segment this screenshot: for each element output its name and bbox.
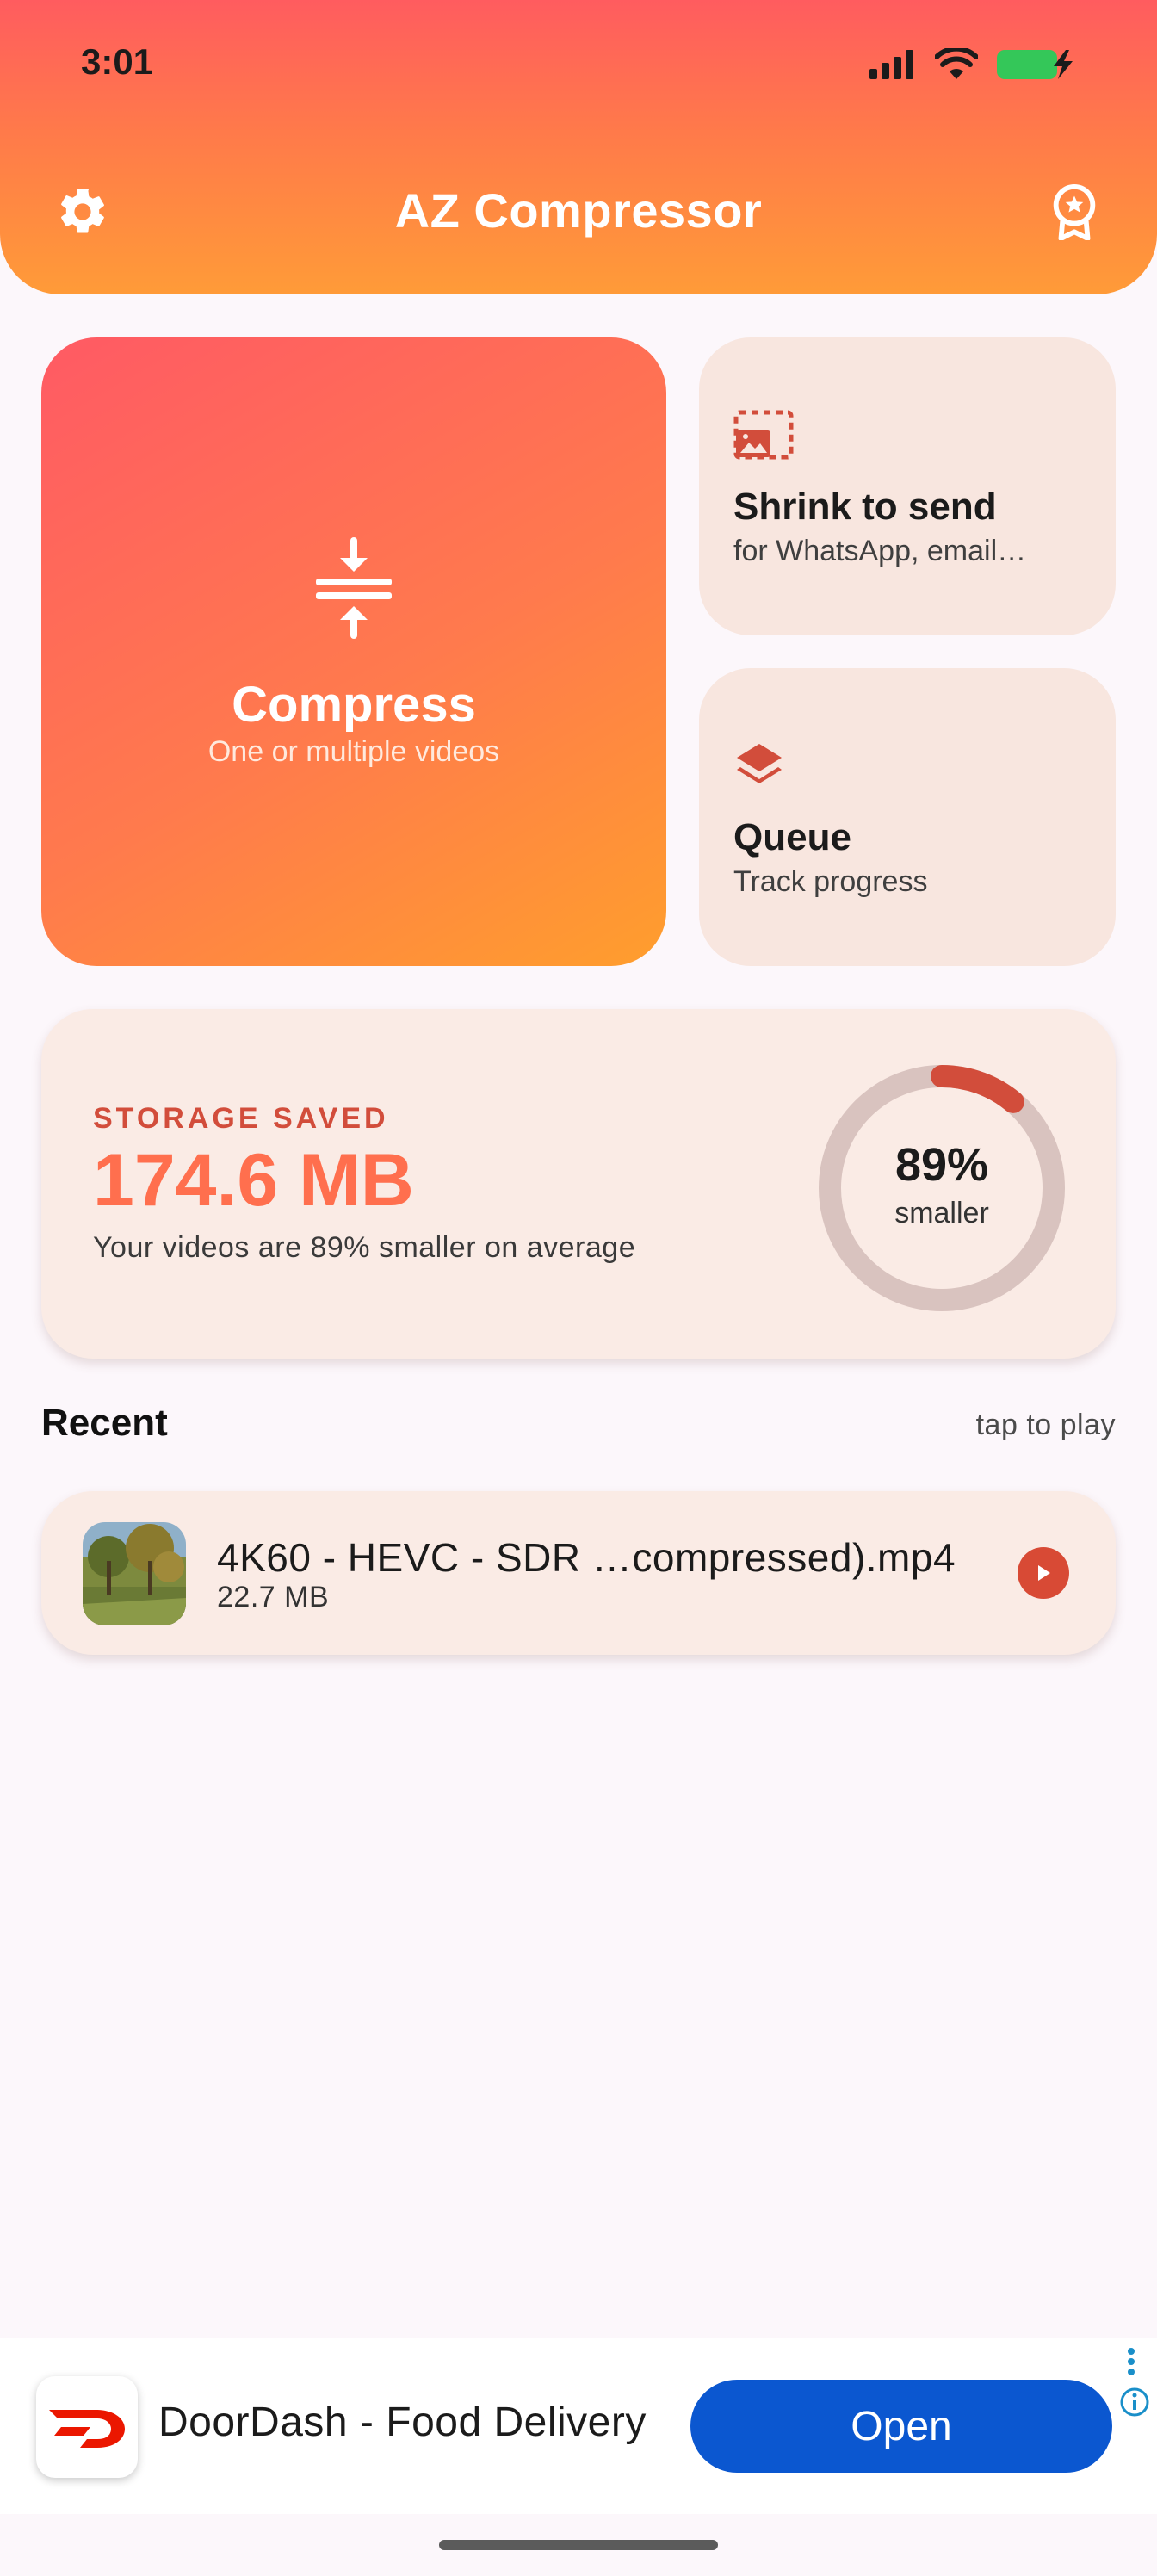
wifi-icon bbox=[935, 48, 978, 79]
play-button[interactable] bbox=[1018, 1547, 1069, 1599]
ad-open-button[interactable]: Open bbox=[690, 2380, 1112, 2473]
queue-title: Queue bbox=[733, 816, 851, 858]
shrink-subtitle: for WhatsApp, email… bbox=[733, 535, 1027, 567]
ad-title: DoorDash - Food Delivery bbox=[158, 2400, 647, 2445]
recent-file-name: 4K60 - HEVC - SDR …compressed).mp4 bbox=[217, 1535, 956, 1580]
storage-saved-card: STORAGE SAVED 174.6 MB Your videos are 8… bbox=[41, 1009, 1116, 1359]
recent-item[interactable]: 4K60 - HEVC - SDR …compressed).mp4 22.7 … bbox=[41, 1491, 1116, 1655]
resize-image-icon bbox=[733, 410, 794, 464]
storage-label: STORAGE SAVED bbox=[93, 1102, 389, 1135]
savings-ring: 89% smaller bbox=[813, 1059, 1071, 1317]
status-icons bbox=[869, 48, 1076, 81]
layers-icon bbox=[733, 740, 785, 796]
storage-value: 174.6 MB bbox=[93, 1139, 414, 1222]
play-icon bbox=[1038, 1565, 1050, 1581]
recent-file-size: 22.7 MB bbox=[217, 1581, 330, 1613]
shrink-title: Shrink to send bbox=[733, 486, 997, 528]
battery-charging-icon bbox=[997, 50, 1073, 79]
recent-title: Recent bbox=[41, 1402, 168, 1444]
storage-description: Your videos are 89% smaller on average bbox=[93, 1231, 636, 1264]
achievements-button[interactable] bbox=[1043, 181, 1105, 243]
app-title: AZ Compressor bbox=[394, 183, 763, 238]
app-header: 3:01 AZ Compressor bbox=[0, 0, 1157, 294]
ad-banner: DoorDash - Food Delivery Open bbox=[0, 2338, 1157, 2514]
ad-info-icon[interactable] bbox=[1119, 2387, 1150, 2422]
shrink-to-send-card[interactable]: Shrink to send for WhatsApp, email… bbox=[699, 337, 1116, 635]
ad-options-icon[interactable] bbox=[1126, 2347, 1136, 2381]
ring-percent: 89% bbox=[894, 1139, 989, 1191]
compress-subtitle: One or multiple videos bbox=[207, 735, 500, 768]
recent-hint: tap to play bbox=[975, 1409, 1116, 1441]
home-indicator bbox=[439, 2540, 718, 2550]
cellular-signal-icon bbox=[869, 50, 913, 79]
compress-arrows-icon bbox=[314, 537, 393, 643]
queue-subtitle: Track progress bbox=[733, 865, 928, 898]
video-thumbnail bbox=[83, 1522, 186, 1625]
doordash-logo bbox=[36, 2376, 138, 2478]
award-badge-icon bbox=[1053, 183, 1096, 240]
queue-card[interactable]: Queue Track progress bbox=[699, 668, 1116, 966]
compress-card[interactable]: Compress One or multiple videos bbox=[41, 337, 666, 966]
ring-label: smaller bbox=[894, 1197, 989, 1229]
status-time: 3:01 bbox=[81, 41, 154, 82]
compress-title: Compress bbox=[232, 677, 476, 733]
